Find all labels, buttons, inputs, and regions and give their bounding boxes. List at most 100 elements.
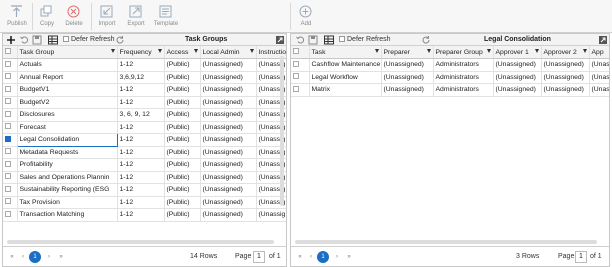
page-number-button[interactable]: 1 (29, 251, 41, 263)
prev-page-icon[interactable]: ‹ (17, 251, 29, 263)
grid-cell[interactable]: (Public) (164, 83, 201, 97)
next-page-icon[interactable]: › (43, 251, 55, 263)
grid-cell[interactable]: 3,6,9,12 (117, 71, 165, 84)
row-checkbox[interactable] (5, 148, 11, 155)
row-select-cell[interactable] (3, 83, 18, 97)
last-page-icon[interactable]: » (55, 251, 67, 263)
row-select-cell[interactable] (3, 183, 18, 197)
column-header[interactable]: Task Group (17, 46, 118, 59)
grid-cell[interactable]: (Unassigned) (200, 158, 257, 172)
row-select-cell[interactable] (291, 71, 310, 84)
grid-cell[interactable]: (Unassigned) (493, 58, 542, 72)
row-checkbox[interactable] (293, 60, 299, 67)
add-icon[interactable] (6, 35, 16, 45)
grid-cell[interactable]: (Public) (164, 171, 201, 184)
horizontal-scrollbar[interactable] (7, 240, 274, 244)
grid-cell[interactable]: (Unas (589, 71, 609, 84)
grid-cell[interactable]: (Unas (589, 58, 609, 72)
grid-cell[interactable]: Profitability (17, 158, 118, 172)
task-group-row[interactable]: Annual Report 3,6,9,12 (Public) (Unassigned… (3, 71, 286, 84)
grid-cell[interactable]: Sustainability Reporting (ESG (17, 183, 118, 197)
select-all-cell[interactable] (3, 46, 18, 59)
row-checkbox[interactable] (293, 73, 299, 80)
grid-view-icon[interactable] (48, 35, 58, 45)
grid-cell[interactable]: 1-12 (117, 208, 165, 222)
grid-cell[interactable]: Tax Provision (17, 196, 118, 209)
prev-page-icon[interactable]: ‹ (305, 251, 317, 263)
grid-cell[interactable]: (Public) (164, 58, 201, 72)
grid-cell[interactable]: 1-12 (117, 146, 165, 159)
row-checkbox[interactable] (5, 198, 11, 205)
filter-icon[interactable] (374, 49, 379, 53)
row-checkbox[interactable] (5, 135, 11, 142)
task-group-row[interactable]: Tax Provision 1-12 (Public) (Unassigned) (Un… (3, 196, 286, 209)
column-header[interactable]: Preparer (381, 46, 434, 59)
grid-cell[interactable]: (Unassigned) (200, 183, 257, 197)
page-input[interactable]: 1 (253, 251, 265, 263)
grid-cell[interactable]: (Unassigned) (200, 108, 257, 122)
save-icon[interactable] (32, 35, 42, 45)
column-header[interactable]: Task (309, 46, 382, 59)
grid-cell[interactable]: (Public) (164, 96, 201, 109)
row-select-cell[interactable] (291, 83, 310, 97)
row-select-cell[interactable] (3, 208, 18, 222)
row-checkbox[interactable] (5, 73, 11, 80)
undo-icon[interactable] (19, 35, 29, 45)
filter-icon[interactable] (486, 49, 491, 53)
grid-cell[interactable]: (Public) (164, 121, 201, 134)
column-header[interactable]: Approver 1 (493, 46, 542, 59)
select-all-cell[interactable] (291, 46, 310, 59)
row-checkbox[interactable] (5, 123, 11, 130)
grid-cell[interactable]: (Unas (589, 83, 609, 97)
grid-cell[interactable]: (Unassigned) (381, 83, 434, 97)
grid-cell[interactable]: (Unassig (256, 208, 286, 222)
import-button[interactable]: Import (92, 2, 122, 30)
row-checkbox[interactable] (5, 110, 11, 117)
grid-cell[interactable]: (Unassigned) (200, 96, 257, 109)
vertical-scrollbar[interactable] (280, 56, 284, 206)
grid-cell[interactable]: Cashflow Maintenance (309, 58, 382, 72)
row-select-cell[interactable] (3, 108, 18, 122)
task-group-row[interactable]: Actuals 1-12 (Public) (Unassigned) (Unassig (3, 58, 286, 72)
column-header[interactable]: App (589, 46, 609, 59)
task-group-row[interactable]: Sales and Operations Plannin 1-12 (Public)… (3, 171, 286, 184)
grid-cell[interactable]: (Unassigned) (541, 83, 590, 97)
filter-icon[interactable] (110, 49, 115, 53)
row-checkbox[interactable] (293, 85, 299, 92)
horizontal-scrollbar[interactable] (295, 240, 597, 244)
column-header[interactable]: Access (164, 46, 201, 59)
grid-cell[interactable]: Legal Workflow (309, 71, 382, 84)
grid-cell[interactable]: (Public) (164, 133, 201, 147)
delete-button[interactable]: Delete (59, 2, 89, 30)
grid-cell[interactable]: (Unassigned) (200, 133, 257, 147)
defer-refresh-toggle[interactable]: Defer Refresh (63, 35, 115, 45)
defer-refresh-checkbox[interactable] (339, 36, 345, 42)
grid-cell[interactable]: Metadata Requests (17, 146, 118, 159)
template-button[interactable]: Template (151, 2, 181, 30)
column-header[interactable]: Local Admin (200, 46, 257, 59)
grid-cell[interactable]: Administrators (433, 83, 494, 97)
defer-refresh-checkbox[interactable] (63, 36, 69, 42)
last-page-icon[interactable]: » (343, 251, 355, 263)
expand-icon[interactable] (598, 35, 608, 45)
expand-icon[interactable] (275, 35, 285, 45)
task-group-row[interactable]: Forecast 1-12 (Public) (Unassigned) (Unassig (3, 121, 286, 134)
filter-icon[interactable] (426, 49, 431, 53)
task-row[interactable]: Matrix (Unassigned) Administrators (Unassig… (291, 83, 609, 97)
grid-cell[interactable]: (Unassigned) (381, 58, 434, 72)
column-header[interactable]: Preparer Group (433, 46, 494, 59)
grid-cell[interactable]: Forecast (17, 121, 118, 134)
grid-cell[interactable]: (Unassigned) (200, 58, 257, 72)
filter-icon[interactable] (157, 49, 162, 53)
publish-button[interactable]: Publish (2, 2, 32, 30)
column-header[interactable]: Approver 2 (541, 46, 590, 59)
row-select-cell[interactable] (291, 58, 310, 72)
grid-cell[interactable]: (Unassigned) (381, 71, 434, 84)
grid-cell[interactable]: Legal Consolidation (16, 133, 118, 147)
grid-cell[interactable]: Administrators (433, 71, 494, 84)
row-select-cell[interactable] (3, 158, 18, 172)
row-select-cell[interactable] (3, 121, 18, 134)
add-button[interactable]: Add (291, 2, 321, 30)
row-checkbox[interactable] (5, 98, 11, 105)
row-select-cell[interactable] (3, 71, 18, 84)
